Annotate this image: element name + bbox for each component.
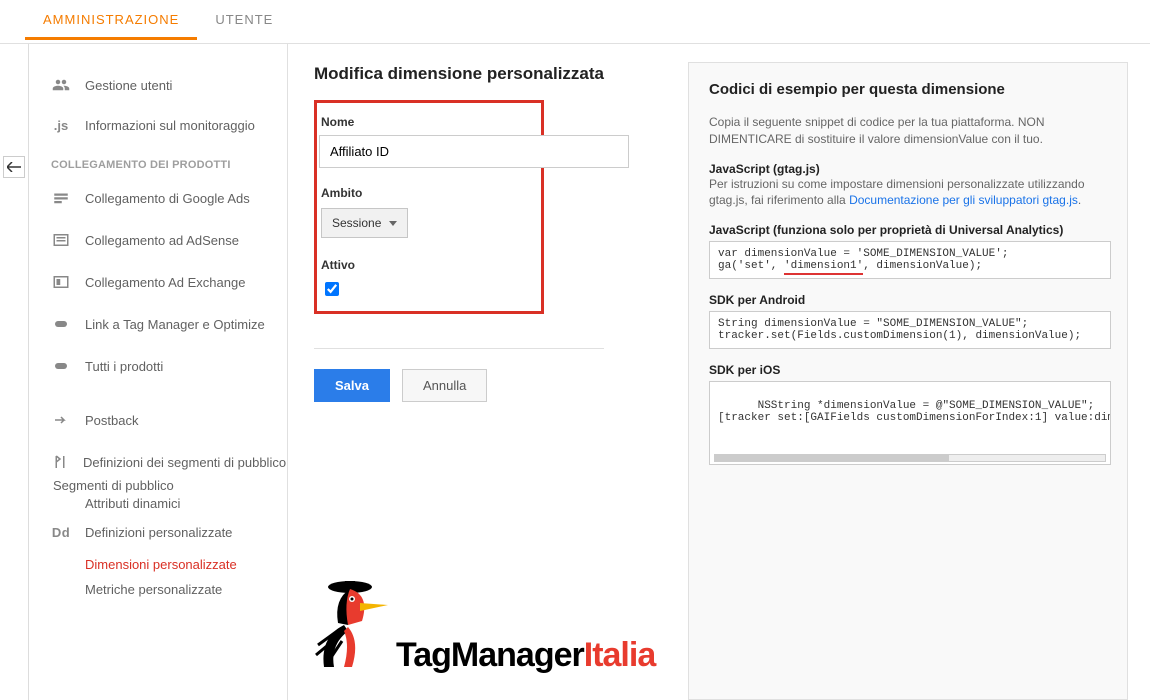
sidebar-item-tracking[interactable]: .js Informazioni sul monitoraggio bbox=[39, 106, 287, 145]
sidebar-section-products: COLLEGAMENTO DEI PRODOTTI bbox=[39, 145, 287, 177]
sidebar-item-users[interactable]: Gestione utenti bbox=[39, 64, 287, 106]
branding: TagManagerItalia bbox=[300, 575, 655, 675]
top-tab-row: AMMINISTRAZIONE UTENTE bbox=[0, 0, 1150, 44]
js-icon: .js bbox=[51, 118, 71, 133]
sidebar-item-adsense[interactable]: Collegamento ad AdSense bbox=[39, 219, 287, 261]
sidebar-item-google-ads[interactable]: Collegamento di Google Ads bbox=[39, 177, 287, 219]
sidebar-item-tagmanager[interactable]: Link a Tag Manager e Optimize bbox=[39, 303, 287, 345]
name-input[interactable] bbox=[319, 135, 629, 168]
link-icon bbox=[51, 357, 71, 375]
page-title: Modifica dimensione personalizzata bbox=[314, 64, 670, 84]
sidebar-item-allproducts[interactable]: Tutti i prodotti bbox=[39, 345, 287, 387]
help-ua-title: JavaScript (funziona solo per proprietà … bbox=[709, 223, 1111, 237]
scope-label: Ambito bbox=[321, 186, 529, 200]
sidebar-item-label: Informazioni sul monitoraggio bbox=[85, 118, 255, 133]
audience-icon bbox=[51, 453, 69, 471]
help-gtag-title: JavaScript (gtag.js) bbox=[709, 162, 1111, 176]
help-title: Codici di esempio per questa dimensione bbox=[709, 81, 1111, 98]
help-intro: Copia il seguente snippet di codice per … bbox=[709, 114, 1111, 148]
sidebar-item-label: Gestione utenti bbox=[85, 78, 172, 93]
chevron-down-icon bbox=[389, 221, 397, 226]
active-checkbox[interactable] bbox=[325, 282, 339, 296]
active-label: Attivo bbox=[321, 258, 529, 272]
code-android[interactable]: String dimensionValue = "SOME_DIMENSION_… bbox=[709, 311, 1111, 349]
code-ua[interactable]: var dimensionValue = 'SOME_DIMENSION_VAL… bbox=[709, 241, 1111, 279]
sidebar-item-label: Tutti i prodotti bbox=[85, 359, 163, 374]
help-gtag-text: Per istruzioni su come impostare dimensi… bbox=[709, 176, 1111, 210]
tab-admin[interactable]: AMMINISTRAZIONE bbox=[25, 0, 197, 40]
back-button[interactable] bbox=[3, 156, 25, 178]
scope-value: Sessione bbox=[332, 216, 381, 230]
woodpecker-logo-icon bbox=[300, 575, 390, 675]
users-icon bbox=[51, 76, 71, 94]
actions-row: Salva Annulla bbox=[314, 348, 604, 402]
horizontal-scrollbar[interactable] bbox=[714, 454, 1106, 462]
sidebar-sub-dynamic[interactable]: Attributi dinamici bbox=[39, 495, 287, 513]
help-ios-title: SDK per iOS bbox=[709, 363, 1111, 377]
sidebar-sub-custom-metrics[interactable]: Metriche personalizzate bbox=[39, 577, 287, 602]
dd-icon: Dd bbox=[51, 525, 71, 540]
sidebar-item-label: Collegamento ad AdSense bbox=[85, 233, 239, 248]
link-icon bbox=[51, 189, 71, 207]
code-ios[interactable]: NSString *dimensionValue = @"SOME_DIMENS… bbox=[709, 381, 1111, 465]
sidebar-item-label: Postback bbox=[85, 413, 138, 428]
sidebar-item-adexchange[interactable]: Collegamento Ad Exchange bbox=[39, 261, 287, 303]
help-panel: Codici di esempio per questa dimensione … bbox=[688, 62, 1128, 700]
save-button[interactable]: Salva bbox=[314, 369, 390, 402]
link-icon bbox=[51, 231, 71, 249]
left-rail bbox=[0, 44, 28, 700]
sidebar-item-label: Link a Tag Manager e Optimize bbox=[85, 317, 265, 332]
sidebar-item-label: Definizioni dei segmenti di pubblico bbox=[83, 455, 286, 470]
sidebar-item-postback[interactable]: Postback bbox=[39, 399, 287, 441]
sidebar: Gestione utenti .js Informazioni sul mon… bbox=[28, 44, 288, 700]
cancel-button[interactable]: Annulla bbox=[402, 369, 487, 402]
tab-user[interactable]: UTENTE bbox=[197, 0, 291, 37]
sidebar-item-customdefs[interactable]: Dd Definizioni personalizzate bbox=[39, 513, 287, 552]
postback-icon bbox=[51, 411, 71, 429]
gtag-doc-link[interactable]: Documentazione per gli sviluppatori gtag… bbox=[849, 193, 1078, 207]
help-android-title: SDK per Android bbox=[709, 293, 1111, 307]
brand-text: TagManagerItalia bbox=[396, 636, 655, 675]
arrow-left-icon bbox=[7, 162, 21, 172]
sidebar-item-label: Definizioni personalizzate bbox=[85, 525, 232, 540]
link-icon bbox=[51, 273, 71, 291]
scope-select[interactable]: Sessione bbox=[321, 208, 408, 238]
sidebar-sub-custom-dimensions[interactable]: Dimensioni personalizzate bbox=[39, 552, 287, 577]
name-label: Nome bbox=[321, 115, 529, 129]
sidebar-sub-segments[interactable]: Segmenti di pubblico bbox=[39, 477, 287, 495]
link-icon bbox=[51, 315, 71, 333]
highlight-box: Nome Ambito Sessione Attivo bbox=[314, 100, 544, 314]
sidebar-item-label: Collegamento Ad Exchange bbox=[85, 275, 245, 290]
sidebar-item-label: Collegamento di Google Ads bbox=[85, 191, 250, 206]
